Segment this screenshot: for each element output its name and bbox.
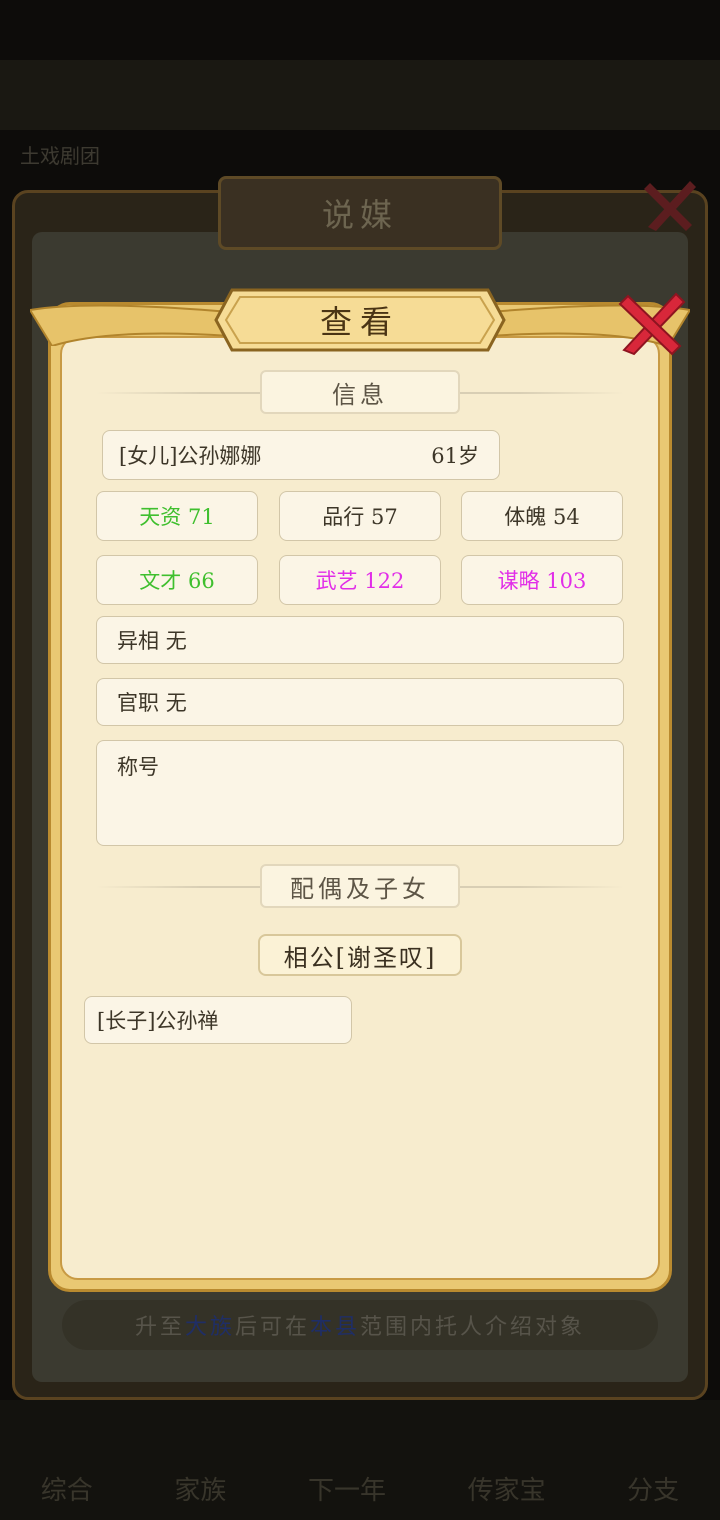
family-header-text: 配偶及子女 — [290, 874, 430, 903]
hint-highlight-county: 本县 — [310, 1315, 361, 1340]
person-name-field: [女儿]公孙娜娜 61岁 — [102, 430, 500, 480]
stat-strategy: 谋略 103 — [461, 555, 623, 605]
matchmaking-title-plate: 说媒 — [218, 176, 502, 250]
stat-talent-text: 天资 71 — [139, 505, 215, 529]
spouse-tab[interactable]: 相公[谢圣叹] — [258, 934, 462, 976]
trait-value: 无 — [165, 629, 187, 653]
bg-top-bar — [0, 60, 720, 130]
info-header: 信息 — [260, 370, 460, 414]
stat-conduct: 品行 57 — [279, 491, 441, 541]
bg-tab-3: 传家宝 — [467, 1476, 546, 1506]
bg-bottom-tabs: 综合 家族 下一年 传家宝 分支 — [0, 1470, 720, 1510]
child-name: [长子]公孙禅 — [97, 1009, 219, 1033]
bg-status-text: 土戏剧团 — [20, 144, 100, 168]
title-wing-left — [30, 304, 230, 346]
hint-text-prefix: 升至 — [134, 1315, 185, 1340]
stat-martial: 武艺 122 — [279, 555, 441, 605]
office-value: 无 — [165, 691, 187, 715]
bg-tab-4: 分支 — [627, 1476, 680, 1506]
info-header-text: 信息 — [332, 380, 388, 409]
person-name: [女儿]公孙娜娜 — [119, 444, 262, 468]
hint-text-middle: 后可在 — [234, 1315, 310, 1340]
office-label: 官职 — [117, 691, 159, 715]
stat-talent: 天资 71 — [96, 491, 258, 541]
bg-tab-0: 综合 — [40, 1476, 93, 1506]
bg-tab-1: 家族 — [174, 1476, 227, 1506]
stat-martial-text: 武艺 122 — [315, 569, 405, 593]
trait-label: 异相 — [117, 629, 159, 653]
family-header: 配偶及子女 — [260, 864, 460, 908]
honorific-label: 称号 — [117, 755, 159, 779]
close-icon[interactable] — [610, 286, 690, 356]
trait-field: 异相 无 — [96, 616, 624, 664]
hint-highlight-clan: 大族 — [184, 1315, 235, 1340]
stat-literary: 文才 66 — [96, 555, 258, 605]
matchmaking-hint-bar: 升至 大族 后可在 本县 范围内托人介绍对象 — [62, 1300, 658, 1350]
spouse-name: 相公[谢圣叹] — [283, 943, 437, 972]
office-field: 官职 无 — [96, 678, 624, 726]
hint-text-suffix: 范围内托人介绍对象 — [360, 1315, 586, 1340]
bg-tab-2: 下一年 — [307, 1476, 386, 1506]
stat-literary-text: 文才 66 — [139, 569, 215, 593]
honorific-field: 称号 — [96, 740, 624, 846]
child-item[interactable]: [长子]公孙禅 — [84, 996, 352, 1044]
stat-physique-text: 体魄 54 — [504, 505, 580, 529]
outer-close-icon[interactable] — [640, 175, 700, 235]
matchmaking-title: 说媒 — [321, 196, 398, 234]
stat-physique: 体魄 54 — [461, 491, 623, 541]
stat-strategy-text: 谋略 103 — [497, 569, 587, 593]
person-age: 61岁 — [431, 444, 479, 468]
stat-conduct-text: 品行 57 — [322, 505, 398, 529]
view-title: 查看 — [319, 303, 400, 341]
